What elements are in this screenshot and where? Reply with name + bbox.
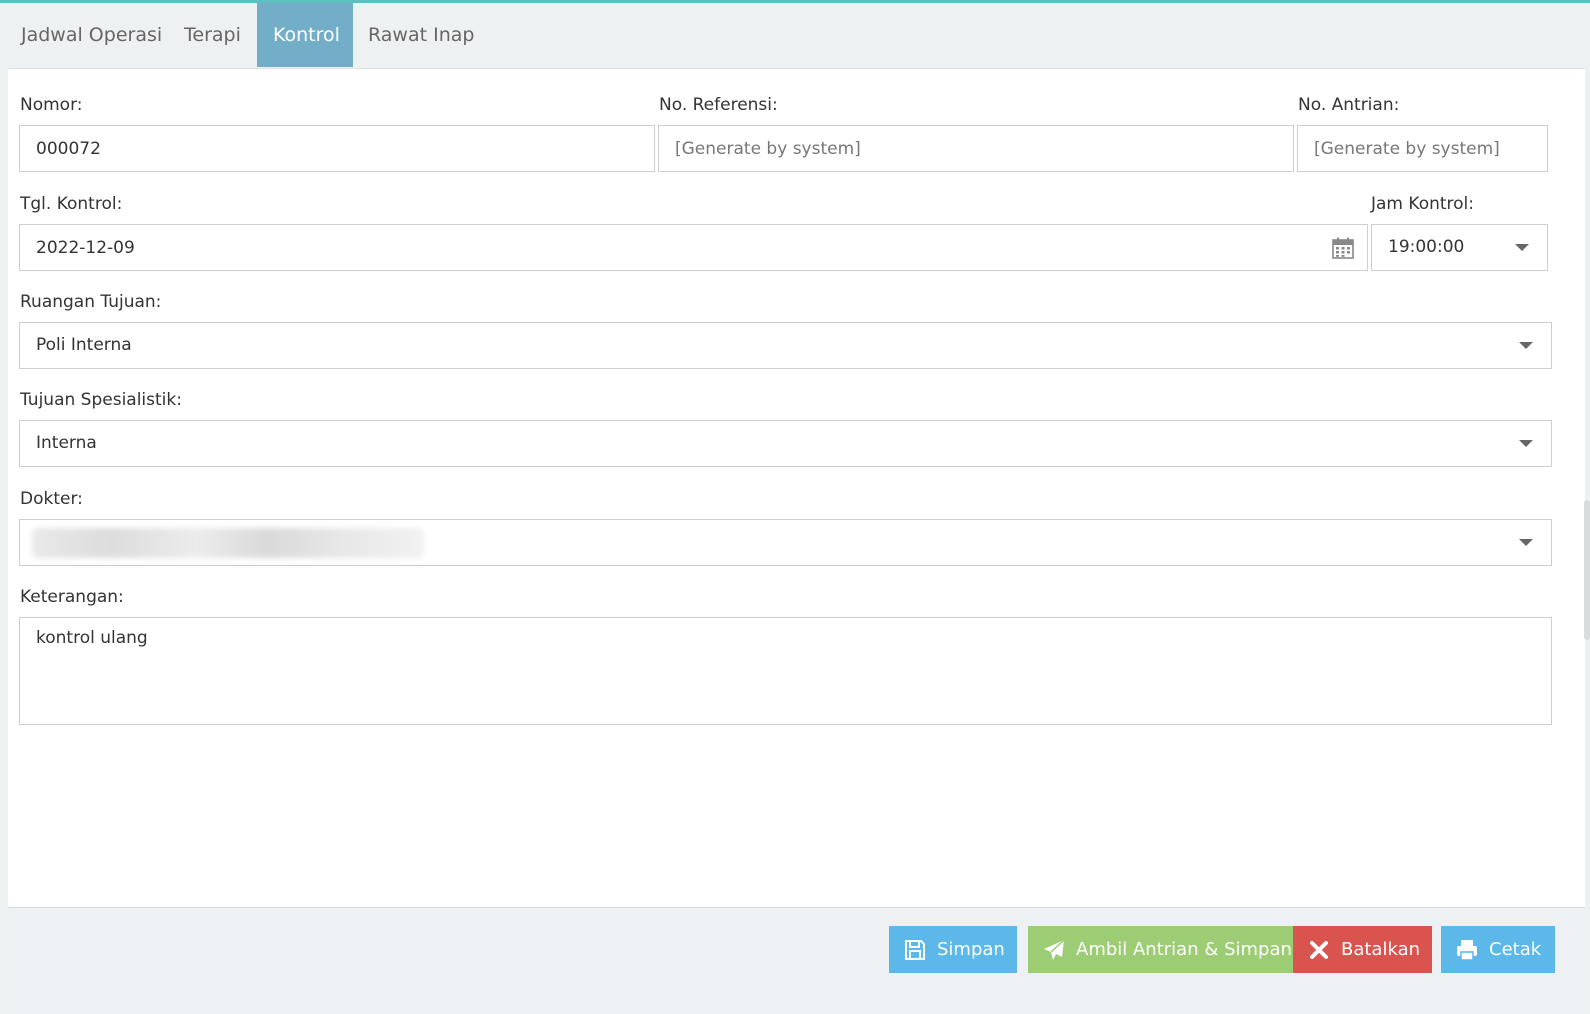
tujuan-spesialistik-select[interactable]: Interna [19, 420, 1552, 467]
batalkan-label: Batalkan [1341, 939, 1421, 960]
jam-kontrol-select[interactable]: 19:00:00 [1371, 224, 1548, 271]
paper-plane-icon [1044, 939, 1065, 960]
dokter-value-redacted [32, 528, 424, 558]
keterangan-textarea[interactable]: kontrol ulang [20, 618, 1551, 724]
tujuan-spesialistik-label: Tujuan Spesialistik: [20, 390, 182, 410]
tgl-kontrol-input[interactable] [20, 225, 1367, 270]
ruangan-tujuan-label: Ruangan Tujuan: [20, 292, 162, 312]
chevron-down-icon [1519, 539, 1533, 546]
dokter-label: Dokter: [20, 489, 83, 509]
nomor-field [19, 125, 655, 172]
simpan-label: Simpan [937, 939, 1005, 960]
floppy-disk-icon [905, 940, 925, 960]
no-referensi-input[interactable] [659, 126, 1293, 171]
ambil-antrian-label: Ambil Antrian & Simpan [1076, 939, 1292, 960]
tab-bar: Jadwal Operasi Terapi Kontrol Rawat Inap [0, 3, 1590, 68]
nomor-input[interactable] [20, 126, 654, 171]
cetak-label: Cetak [1489, 939, 1542, 960]
no-antrian-input[interactable] [1298, 126, 1547, 171]
tab-rawat-inap[interactable]: Rawat Inap [352, 3, 490, 67]
no-antrian-field [1297, 125, 1548, 172]
tab-terapi[interactable]: Terapi [168, 3, 257, 67]
calendar-icon[interactable] [1331, 236, 1355, 260]
tab-kontrol[interactable]: Kontrol [257, 3, 353, 67]
ruangan-tujuan-value: Poli Interna [36, 335, 132, 355]
chevron-down-icon [1519, 342, 1533, 349]
tgl-kontrol-field [19, 224, 1368, 271]
tgl-kontrol-label: Tgl. Kontrol: [20, 194, 123, 214]
scrollbar[interactable] [1584, 500, 1590, 640]
no-antrian-label: No. Antrian: [1298, 95, 1400, 115]
nomor-label: Nomor: [20, 95, 83, 115]
keterangan-label: Keterangan: [20, 587, 124, 607]
chevron-down-icon [1515, 244, 1529, 251]
cetak-button[interactable]: Cetak [1441, 926, 1555, 973]
ambil-antrian-simpan-button[interactable]: Ambil Antrian & Simpan [1028, 926, 1293, 973]
no-referensi-label: No. Referensi: [659, 95, 778, 115]
dokter-select[interactable] [19, 519, 1552, 566]
simpan-button[interactable]: Simpan [889, 926, 1017, 973]
ruangan-tujuan-select[interactable]: Poli Interna [19, 322, 1552, 369]
batalkan-button[interactable]: Batalkan [1293, 926, 1432, 973]
no-referensi-field [658, 125, 1294, 172]
jam-kontrol-label: Jam Kontrol: [1371, 194, 1475, 214]
keterangan-field: kontrol ulang [19, 617, 1552, 725]
form-panel: Nomor: No. Referensi: No. Antrian: Tgl. … [8, 68, 1585, 908]
close-icon [1310, 941, 1328, 959]
chevron-down-icon [1519, 440, 1533, 447]
printer-icon [1457, 940, 1477, 961]
tujuan-spesialistik-value: Interna [36, 433, 97, 453]
tab-jadwal-operasi[interactable]: Jadwal Operasi [5, 3, 178, 67]
